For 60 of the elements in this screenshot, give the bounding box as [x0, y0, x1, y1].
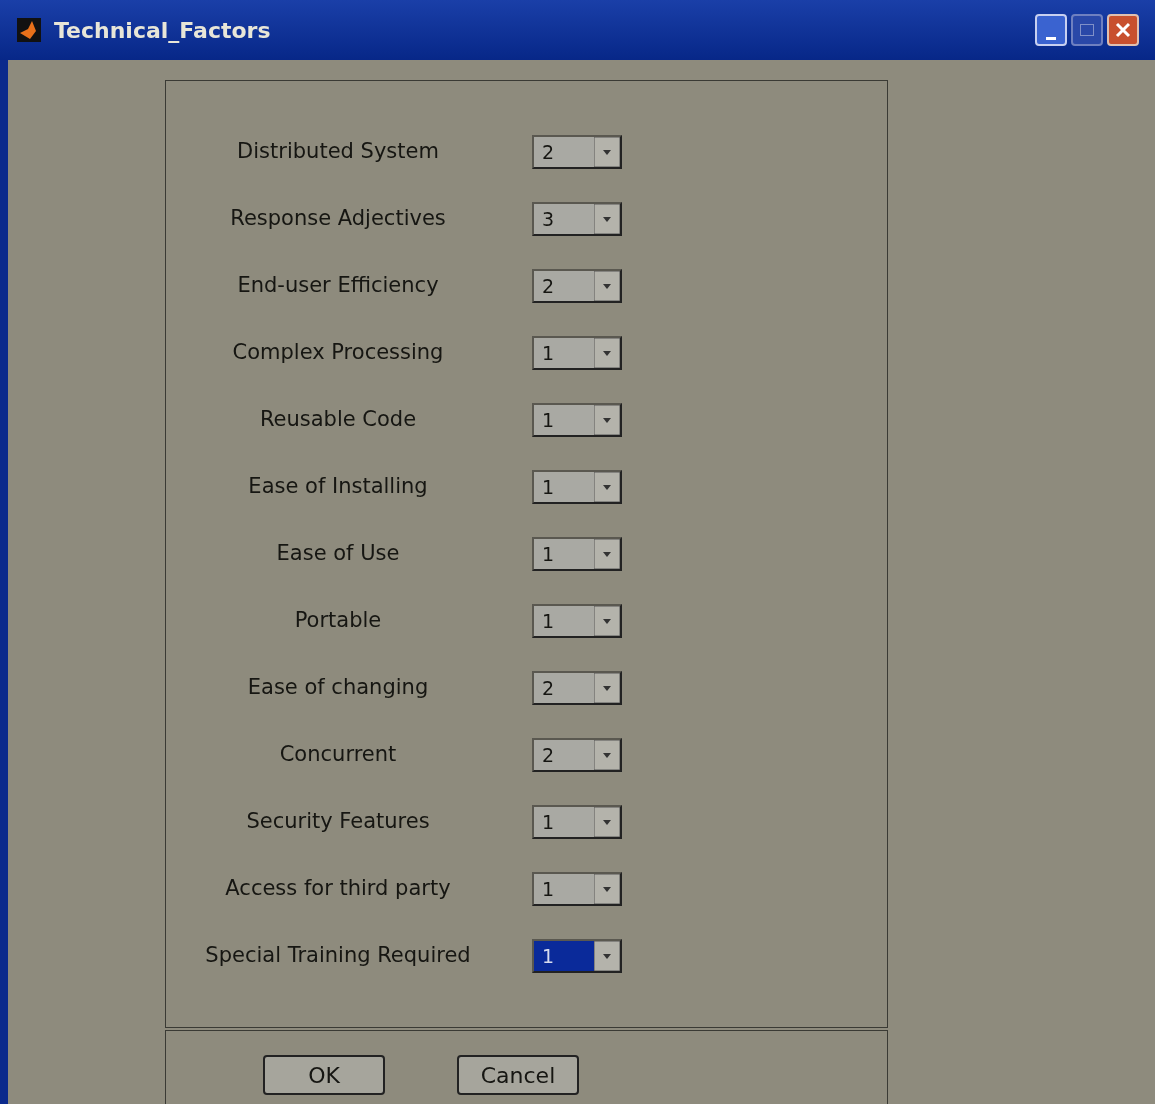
- minimize-button[interactable]: [1035, 14, 1067, 46]
- factor-label: Complex Processing: [231, 339, 445, 367]
- dropdown-value: 1: [541, 542, 556, 567]
- factor-label: End-user Efficiency: [236, 272, 440, 300]
- factor-label: Security Features: [245, 808, 431, 836]
- dropdown-value: 1: [541, 408, 556, 433]
- caret-icon: [594, 405, 620, 435]
- close-button[interactable]: [1107, 14, 1139, 46]
- factor-label: Portable: [293, 607, 383, 635]
- dropdown-value: 1: [541, 609, 556, 634]
- factor-label: Distributed System: [236, 138, 440, 166]
- dropdown-value: 2: [541, 676, 556, 701]
- value-dropdown[interactable]: 1: [532, 872, 622, 906]
- dialog-button[interactable]: OK: [263, 1055, 385, 1095]
- value-dropdown[interactable]: 1: [532, 470, 622, 504]
- caret-icon: [594, 338, 620, 368]
- caret-icon: [594, 941, 620, 971]
- factor-label: Reusable Code: [258, 406, 418, 434]
- caret-icon: [594, 606, 620, 636]
- factor-label: Access for third party: [224, 875, 452, 903]
- factor-label: Ease of Installing: [247, 473, 429, 501]
- value-dropdown[interactable]: 1: [532, 403, 622, 437]
- value-dropdown[interactable]: 2: [532, 738, 622, 772]
- dropdown-value: 1: [534, 941, 594, 971]
- value-dropdown[interactable]: 2: [532, 135, 622, 169]
- caret-icon: [594, 271, 620, 301]
- factor-label: Ease of changing: [246, 674, 430, 702]
- window-title: Technical_Factors: [54, 16, 271, 45]
- factor-label: Response Adjectives: [229, 205, 447, 233]
- value-dropdown[interactable]: 2: [532, 671, 622, 705]
- dropdown-value: 2: [541, 274, 556, 299]
- caret-icon: [594, 137, 620, 167]
- caret-icon: [594, 204, 620, 234]
- close-icon: [1114, 21, 1132, 39]
- value-dropdown[interactable]: 1: [532, 537, 622, 571]
- dropdown-value: 1: [541, 877, 556, 902]
- value-dropdown[interactable]: 1: [532, 336, 622, 370]
- dropdown-value: 1: [541, 341, 556, 366]
- dropdown-value: 1: [541, 810, 556, 835]
- value-dropdown[interactable]: 1: [532, 939, 622, 973]
- dropdown-value: 1: [541, 475, 556, 500]
- value-dropdown[interactable]: 1: [532, 604, 622, 638]
- app-logo-icon: [16, 17, 42, 43]
- factor-label: Concurrent: [278, 741, 398, 769]
- factor-label: Ease of Use: [275, 540, 401, 568]
- caret-icon: [594, 539, 620, 569]
- value-dropdown[interactable]: 1: [532, 805, 622, 839]
- dropdown-value: 2: [541, 743, 556, 768]
- maximize-button[interactable]: [1071, 14, 1103, 46]
- factor-label: Special Training Required: [204, 942, 472, 970]
- caret-icon: [594, 673, 620, 703]
- caret-icon: [594, 807, 620, 837]
- caret-icon: [594, 874, 620, 904]
- value-dropdown[interactable]: 2: [532, 269, 622, 303]
- value-dropdown[interactable]: 3: [532, 202, 622, 236]
- dropdown-value: 3: [541, 207, 556, 232]
- dropdown-value: 2: [541, 140, 556, 165]
- caret-icon: [594, 472, 620, 502]
- caret-icon: [594, 740, 620, 770]
- dialog-button[interactable]: Cancel: [457, 1055, 579, 1095]
